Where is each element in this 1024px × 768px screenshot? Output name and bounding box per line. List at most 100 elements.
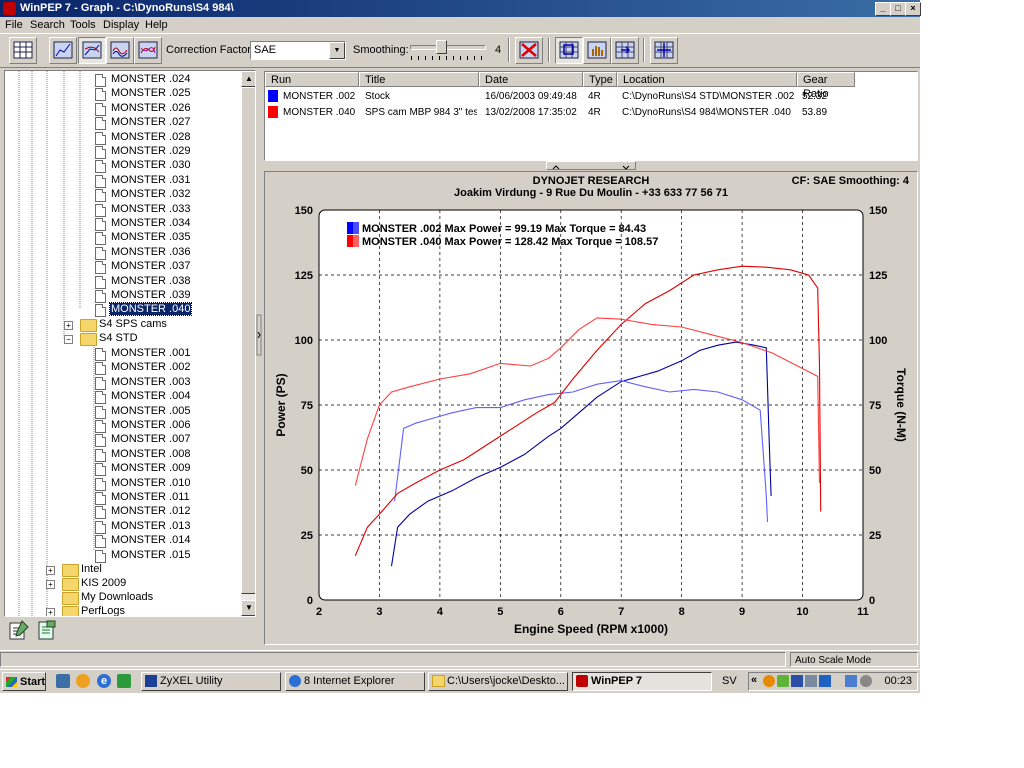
horizontal-splitter[interactable] xyxy=(546,161,636,170)
document-icon xyxy=(95,348,106,361)
chevron-down-icon[interactable]: ▼ xyxy=(329,42,345,59)
cursor-button[interactable] xyxy=(650,37,678,64)
tree-item-label: MONSTER .039 xyxy=(111,289,191,301)
document-icon xyxy=(95,549,106,563)
show-desktop-icon[interactable] xyxy=(56,674,70,688)
cell-location: C:\DynoRuns\S4 984\MONSTER .040 xyxy=(622,107,791,118)
folder-icon xyxy=(62,606,79,616)
x-tick-label: 2 xyxy=(316,606,322,618)
document-icon xyxy=(95,448,106,462)
scroll-thumb[interactable] xyxy=(241,87,255,594)
col-header-type[interactable]: Type xyxy=(583,72,617,87)
toolbar-separator xyxy=(548,38,550,62)
tree-item-label: MONSTER .010 xyxy=(111,476,191,489)
volume-icon[interactable] xyxy=(860,675,872,687)
smoothing-value: 4 xyxy=(495,44,502,56)
graph-bars-icon xyxy=(53,41,73,59)
task-explorer-folder[interactable]: C:\Users\jocke\Deskto... xyxy=(428,672,568,691)
tree-folder-label: My Downloads xyxy=(81,591,154,603)
cell-gear-ratio: 53.89 xyxy=(802,107,828,118)
slider-knob[interactable] xyxy=(436,40,448,54)
expand-icon[interactable]: + xyxy=(46,580,55,589)
remove-run-button[interactable] xyxy=(515,37,543,64)
close-button[interactable]: × xyxy=(905,2,921,16)
legend-swatch xyxy=(347,222,353,234)
vertical-splitter[interactable] xyxy=(256,70,262,645)
zoom-button[interactable] xyxy=(555,37,583,64)
col-header-date[interactable]: Date xyxy=(479,72,583,87)
tree-item-label: MONSTER .033 xyxy=(111,202,191,215)
tray-app-icon[interactable] xyxy=(763,675,775,687)
tree-scrollbar[interactable]: ▲ ▼ xyxy=(241,71,255,616)
folder-icon xyxy=(80,319,97,332)
document-icon xyxy=(95,304,106,318)
start-label: Start xyxy=(20,676,46,688)
task-internet-explorer[interactable]: 8 Internet Explorer xyxy=(285,672,425,691)
document-icon xyxy=(95,391,106,405)
language-indicator[interactable]: SV xyxy=(722,675,737,687)
fit-graph-button[interactable] xyxy=(611,37,639,64)
toolbar-separator xyxy=(643,38,645,62)
zyxel-icon xyxy=(145,675,157,687)
media-player-icon[interactable] xyxy=(76,674,90,688)
graph-power-torque-button[interactable] xyxy=(78,37,106,64)
graph-afr-button[interactable] xyxy=(106,37,134,64)
tray-network-icon[interactable] xyxy=(845,675,857,687)
runs-list[interactable]: Run Title Date Type Location Gear Ratio … xyxy=(264,71,918,161)
collapse-icon[interactable]: − xyxy=(64,335,73,344)
folder-icon xyxy=(62,578,79,591)
y2-tick-label: 75 xyxy=(869,400,881,412)
table-row[interactable]: MONSTER .040 SPS cam MBP 984 3" test 13/… xyxy=(265,105,915,120)
start-button[interactable]: Start xyxy=(2,672,46,691)
col-header-run[interactable]: Run xyxy=(265,72,359,87)
menu-search[interactable]: Search xyxy=(30,19,65,31)
minimize-button[interactable]: _ xyxy=(875,2,891,16)
expand-icon[interactable]: + xyxy=(46,608,55,616)
tray-zyxel-icon[interactable] xyxy=(791,675,803,687)
internet-explorer-icon[interactable]: e xyxy=(97,674,111,688)
x-tick-label: 3 xyxy=(376,606,382,618)
graph-power-button[interactable] xyxy=(49,37,77,64)
col-header-location[interactable]: Location xyxy=(617,72,797,87)
cell-date: 13/02/2008 17:35:02 xyxy=(485,107,577,118)
run-tree[interactable]: MONSTER .024 MONSTER .025 MONSTER .026 MONS… xyxy=(4,70,256,617)
table-row[interactable]: MONSTER .002 Stock 16/06/2003 09:49:48 4… xyxy=(265,89,915,104)
maximize-button[interactable]: □ xyxy=(890,2,906,16)
col-header-title[interactable]: Title xyxy=(359,72,479,87)
menu-help[interactable]: Help xyxy=(145,19,168,31)
tray-app-icon[interactable] xyxy=(805,675,817,687)
quicklaunch-app-icon[interactable] xyxy=(117,674,131,688)
y-tick-label: 25 xyxy=(301,530,313,542)
open-run-icon[interactable] xyxy=(36,619,58,641)
legend-entry: MONSTER .002 Max Power = 99.19 Max Torqu… xyxy=(362,223,646,235)
y2-tick-label: 125 xyxy=(869,270,887,282)
task-zyxel[interactable]: ZyXEL Utility xyxy=(141,672,281,691)
dyno-graph-panel[interactable]: DYNOJET RESEARCH Joakim Virdung - 9 Rue D… xyxy=(264,171,918,645)
task-winpep[interactable]: WinPEP 7 xyxy=(572,672,712,691)
graph-overlay-button[interactable] xyxy=(134,37,162,64)
folder-icon xyxy=(62,564,79,577)
menu-tools[interactable]: Tools xyxy=(70,19,96,31)
correction-factor-select[interactable]: SAE ▼ xyxy=(250,41,346,60)
expand-icon[interactable]: + xyxy=(64,321,73,330)
cell-location: C:\DynoRuns\S4 STD\MONSTER .002 xyxy=(622,91,795,102)
tray-app-icon[interactable] xyxy=(819,675,831,687)
system-tray: « 00:23 xyxy=(748,672,918,691)
edit-run-icon[interactable] xyxy=(8,619,30,641)
y2-tick-label: 100 xyxy=(869,335,887,347)
tray-expand-icon[interactable]: « xyxy=(751,674,757,686)
run-list-button[interactable] xyxy=(9,37,37,64)
tree-item-label: MONSTER .007 xyxy=(111,433,191,446)
smoothing-slider[interactable] xyxy=(408,39,488,61)
menu-file[interactable]: File xyxy=(5,19,23,31)
pan-button[interactable] xyxy=(583,37,611,64)
col-header-gear-ratio[interactable]: Gear Ratio xyxy=(797,72,855,100)
document-icon xyxy=(95,362,106,376)
menu-display[interactable]: Display xyxy=(103,19,139,31)
scroll-down-icon[interactable]: ▼ xyxy=(241,600,255,616)
expand-icon[interactable]: + xyxy=(46,566,55,575)
scroll-up-icon[interactable]: ▲ xyxy=(241,71,255,87)
tree-item-label: MONSTER .034 xyxy=(111,217,191,229)
y2-tick-label: 25 xyxy=(869,530,881,542)
tray-app-icon[interactable] xyxy=(777,675,789,687)
